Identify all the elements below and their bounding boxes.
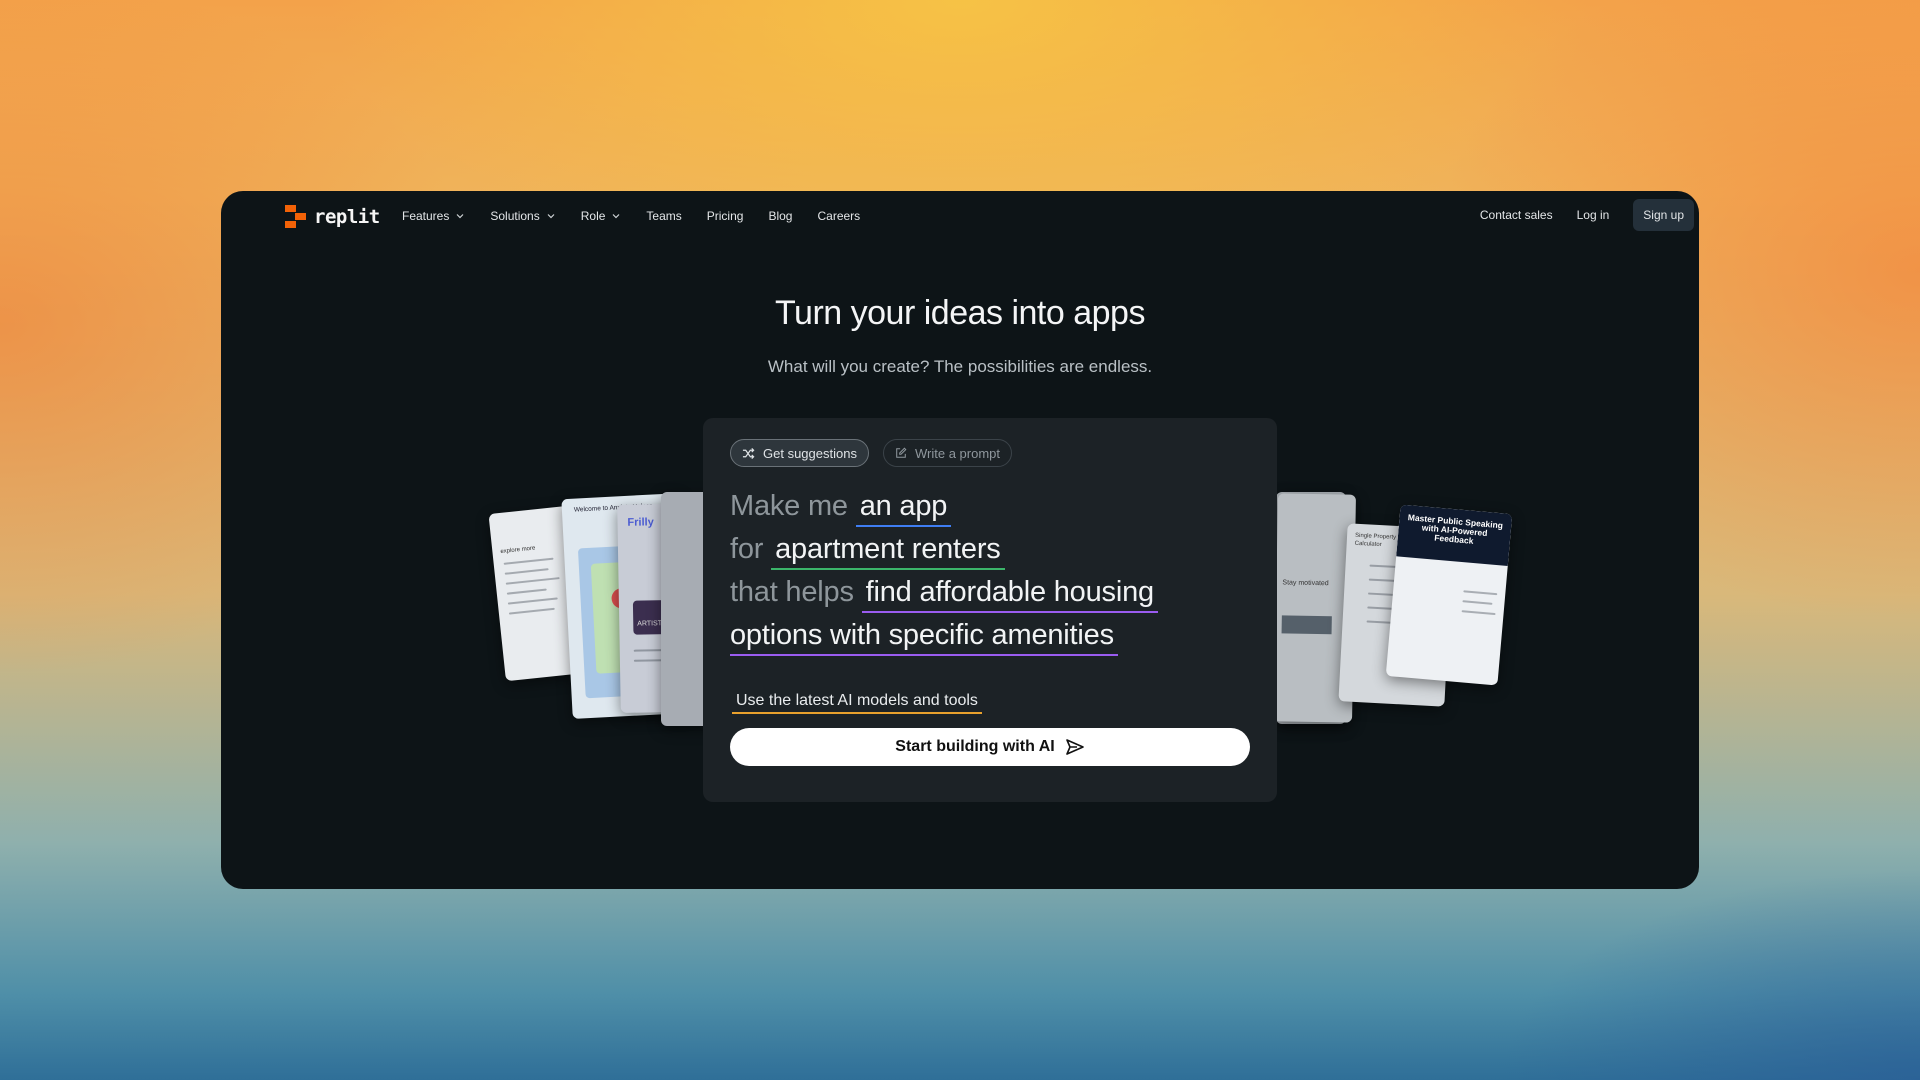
nav-item-label: Solutions [490,209,540,223]
nav-item-teams[interactable]: Teams [646,209,681,223]
preview-card-text: explore more [500,545,536,556]
nav-item-pricing[interactable]: Pricing [707,209,744,223]
top-navigation: replit Features Solutions Role Teams Pri… [221,191,1699,241]
purpose-selector[interactable]: find affordable housing [861,576,1158,613]
nav-item-features[interactable]: Features [402,209,465,223]
signup-button[interactable]: Sign up [1633,199,1694,231]
nav-item-label: Features [402,209,450,223]
chevron-down-icon [547,214,555,219]
browser-window: replit Features Solutions Role Teams Pri… [221,191,1699,889]
nav-item-label: Blog [768,209,793,223]
logo-wordmark: replit [314,205,380,228]
nav-item-label: Careers [817,209,861,223]
audience-selector[interactable]: apartment renters [771,533,1005,570]
write-prompt-tab[interactable]: Write a prompt [883,439,1013,467]
nav-item-label: Teams [646,209,682,223]
get-suggestions-label: Get suggestions [763,445,857,461]
prompt-prefix: that helps [730,576,854,608]
prompt-text: Make me an app for apartment renters tha… [730,485,1158,657]
preview-card-text: Stay motivated [1282,579,1329,588]
nav-actions: Contact sales Log in Sign up [1480,199,1694,231]
send-icon [1065,739,1084,755]
chevron-down-icon [612,214,620,219]
preview-card-right-3: Master Public Speaking with AI-Powered F… [1385,504,1513,686]
shuffle-icon [742,447,755,459]
chevron-down-icon [456,214,464,219]
contact-sales-link[interactable]: Contact sales [1480,208,1553,222]
nav-item-label: Role [580,209,606,223]
preview-card-text: Frilly [627,516,654,529]
prompt-card: Get suggestions Write a prompt Make me a… [703,418,1277,802]
replit-logo[interactable]: replit [285,205,380,228]
purpose-selector-continued[interactable]: options with specific amenities [730,619,1118,656]
nav-item-label: Pricing [706,209,744,223]
write-prompt-label: Write a prompt [915,445,1001,461]
nav-item-solutions[interactable]: Solutions [490,209,555,223]
nav-item-blog[interactable]: Blog [768,209,792,223]
ai-tools-selector[interactable]: Use the latest AI models and tools [732,692,982,714]
hero-title: Turn your ideas into apps [775,294,1145,332]
login-link[interactable]: Log in [1577,208,1610,222]
preview-card-text: ARTIST [637,620,663,628]
start-building-label: Start building with AI [895,738,1055,755]
app-type-selector[interactable]: an app [855,490,952,527]
replit-logo-icon [285,205,306,228]
hero-subtitle: What will you create? The possibilities … [767,357,1153,376]
prompt-prefix: Make me [730,490,848,522]
nav-menu: Features Solutions Role Teams Pricing Bl… [402,191,885,241]
edit-icon [896,447,907,458]
nav-item-careers[interactable]: Careers [817,209,860,223]
start-building-button[interactable]: Start building with AI [730,728,1250,766]
nav-item-role[interactable]: Role [581,209,622,223]
get-suggestions-tab[interactable]: Get suggestions [730,439,869,467]
prompt-prefix: for [730,533,764,565]
